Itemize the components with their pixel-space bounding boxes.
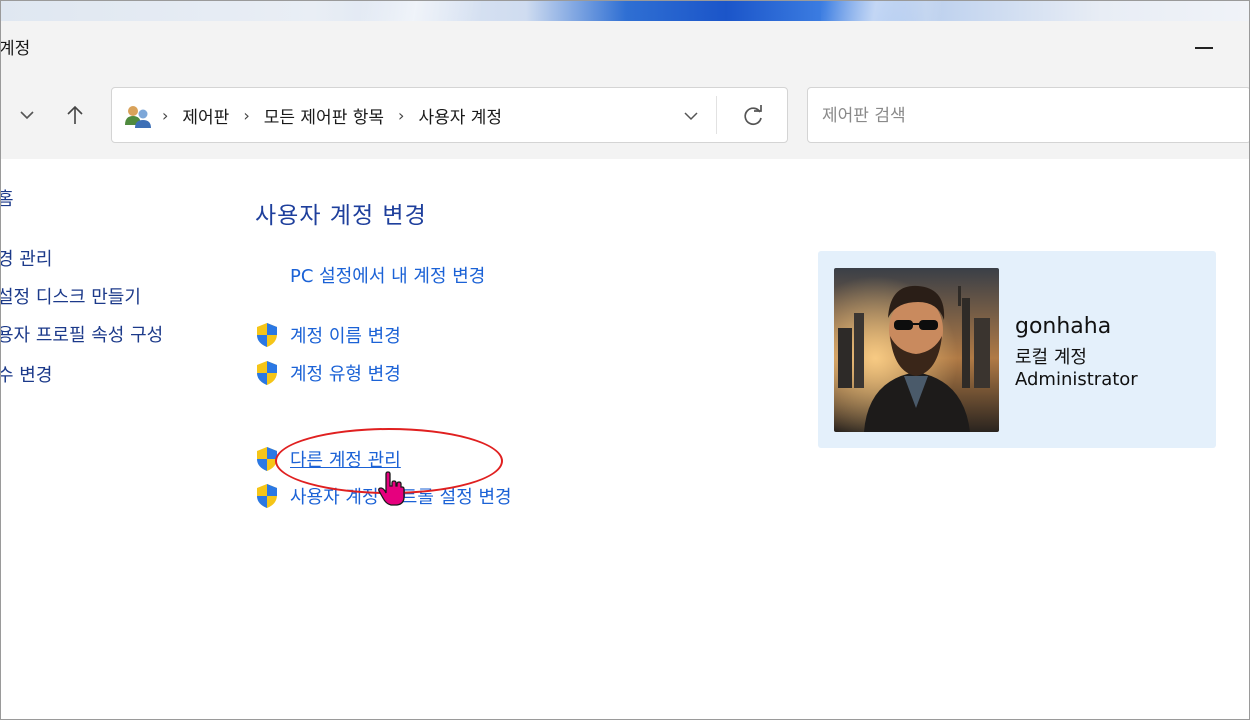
search-box[interactable] [807, 87, 1249, 143]
task-label[interactable]: 계정 유형 변경 [290, 360, 401, 386]
task-label[interactable]: 계정 이름 변경 [290, 322, 401, 348]
left-link-change-environment-variables[interactable]: 수 변경 [1, 361, 52, 387]
address-divider [716, 96, 717, 134]
window-title: 계정 [0, 39, 31, 59]
title-bar: 계정 [0, 21, 1249, 71]
search-input[interactable] [822, 102, 1222, 130]
chevron-down-icon[interactable] [680, 106, 702, 126]
shield-icon [257, 323, 277, 347]
window-frame: 계정 › 제어판 › 모든 제어판 항목 › 사용자 계정 제어판 검색 경 관… [0, 0, 1250, 720]
task-label[interactable]: PC 설정에서 내 계정 변경 [290, 262, 485, 288]
breadcrumb-item-user-accounts[interactable]: 사용자 계정 [418, 103, 502, 128]
user-role: Administrator [1015, 369, 1138, 390]
breadcrumb-item-control-panel[interactable]: 제어판 [182, 103, 229, 128]
up-arrow-icon [67, 105, 83, 124]
recent-locations-button[interactable] [13, 101, 41, 129]
desktop-wallpaper [1, 1, 1249, 21]
address-bar[interactable]: › 제어판 › 모든 제어판 항목 › 사용자 계정 [111, 87, 788, 143]
minimize-button[interactable] [1193, 43, 1215, 53]
user-account-type: 로컬 계정 [1015, 347, 1087, 368]
shield-icon [257, 361, 277, 385]
left-link-configure-profile-properties[interactable]: 용자 프로필 속성 구성 [1, 321, 163, 347]
breadcrumb-item-all-control-panel-items[interactable]: 모든 제어판 항목 [264, 103, 384, 128]
task-change-account-in-pc-settings[interactable]: PC 설정에서 내 계정 변경 [255, 262, 485, 288]
user-name: gonhaha [1015, 314, 1112, 339]
navigation-bar: › 제어판 › 모든 제어판 항목 › 사용자 계정 [1, 71, 1249, 159]
task-change-account-type[interactable]: 계정 유형 변경 [255, 360, 401, 386]
user-accounts-icon [125, 106, 151, 128]
chevron-down-icon [20, 111, 34, 120]
up-button[interactable] [61, 101, 89, 129]
breadcrumb: › 제어판 › 모든 제어판 항목 › 사용자 계정 [162, 103, 502, 128]
left-link-create-reset-disk[interactable]: 설정 디스크 만들기 [1, 283, 141, 309]
page-title: 사용자 계정 변경 [255, 203, 427, 229]
refresh-icon[interactable] [740, 103, 766, 129]
left-link-home[interactable]: 홈 [1, 185, 14, 211]
user-card: gonhaha 로컬 계정 Administrator [818, 251, 1216, 448]
left-link-manage-credentials[interactable]: 경 관리 [1, 245, 52, 271]
minimize-icon [1195, 47, 1213, 49]
task-change-account-name[interactable]: 계정 이름 변경 [255, 322, 401, 348]
shield-icon [257, 484, 277, 508]
hand-cursor-icon [378, 471, 405, 506]
user-avatar [834, 268, 999, 432]
